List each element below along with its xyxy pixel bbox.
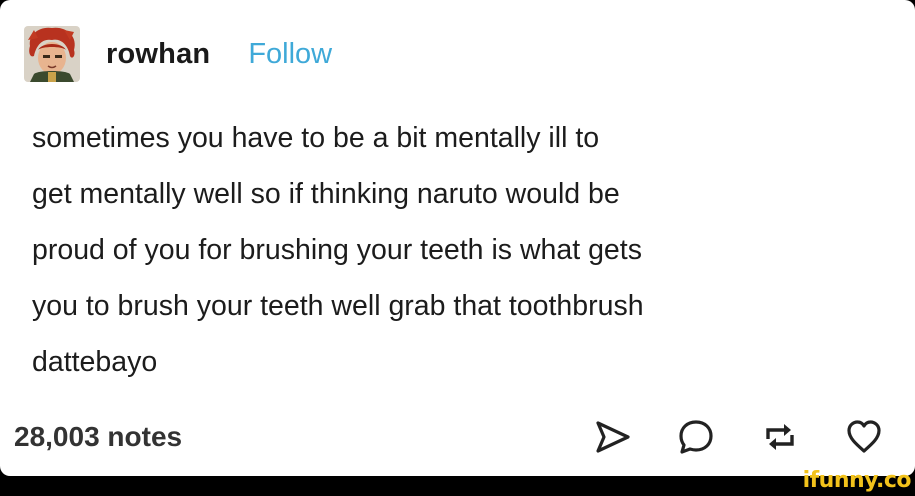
notes-count[interactable]: 28,003 notes <box>14 421 182 453</box>
send-icon <box>596 421 630 453</box>
ifunny-watermark: ifunny.co <box>802 468 912 493</box>
reply-button[interactable] <box>674 415 718 459</box>
bottom-bar <box>0 476 915 496</box>
avatar-image <box>24 26 80 82</box>
tumblr-post: rowhan Follow sometimes you have to be a… <box>0 0 915 476</box>
post-footer: 28,003 notes <box>14 412 894 462</box>
post-text-line: sometimes you have to be a bit mentally … <box>32 122 600 154</box>
reblog-button[interactable] <box>758 415 802 459</box>
post-body: sometimes you have to be a bit mentally … <box>32 110 892 390</box>
reblog-icon <box>766 424 794 450</box>
post-text-line: dattebayo <box>32 346 158 378</box>
post-text-line: proud of you for brushing your teeth is … <box>32 234 642 266</box>
post-header: rowhan Follow <box>24 24 332 84</box>
username[interactable]: rowhan <box>106 38 210 71</box>
follow-button[interactable]: Follow <box>248 38 332 71</box>
avatar[interactable] <box>24 26 80 82</box>
like-button[interactable] <box>842 415 886 459</box>
comment-icon <box>679 420 713 454</box>
share-button[interactable] <box>590 415 634 459</box>
heart-icon <box>847 420 881 453</box>
post-text-line: get mentally well so if thinking naruto … <box>32 178 620 210</box>
post-actions <box>590 415 886 459</box>
post-text-line: you to brush your teeth well grab that t… <box>32 290 644 322</box>
